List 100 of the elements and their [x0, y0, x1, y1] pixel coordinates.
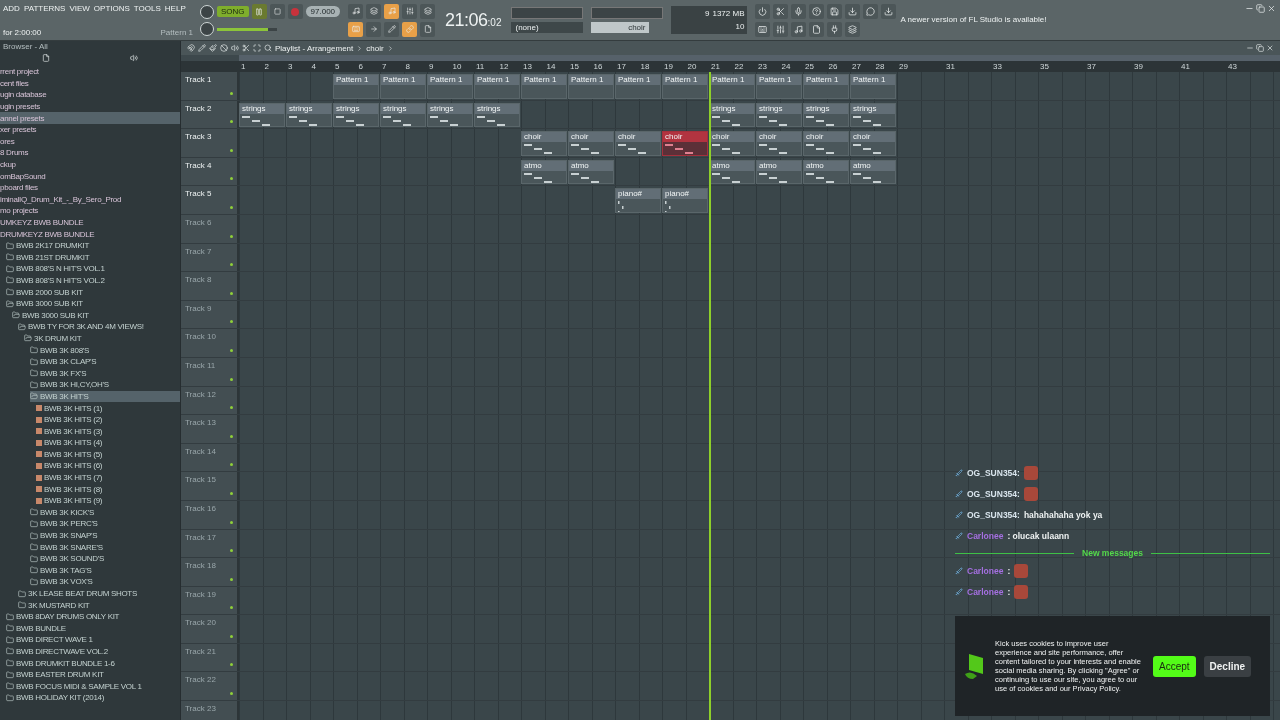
- toolbar-toggle[interactable]: [366, 21, 382, 37]
- browser-item[interactable]: ores: [0, 135, 180, 148]
- stop-button[interactable]: [269, 4, 285, 19]
- track-header[interactable]: Track 21: [181, 643, 239, 672]
- track-header[interactable]: Track 17: [181, 529, 239, 558]
- browser-item[interactable]: 8 Drums: [0, 147, 180, 159]
- browser-item[interactable]: BWB DRUMKIT BUNDLE 1-6: [6, 657, 180, 669]
- browser-item[interactable]: 3K LEASE BEAT DRUM SHOTS: [18, 587, 180, 600]
- track-header[interactable]: Track 8: [181, 272, 239, 300]
- toolbar-toggle[interactable]: [402, 21, 418, 37]
- pattern-clip[interactable]: strings: [474, 102, 520, 128]
- pattern-clip[interactable]: Pattern 1: [333, 74, 379, 99]
- breadcrumb[interactable]: choir: [366, 43, 384, 53]
- toolbar-button[interactable]: [791, 21, 807, 37]
- pattern-clip[interactable]: atmo: [521, 159, 567, 185]
- toolbar-button[interactable]: [755, 3, 771, 19]
- browser-item[interactable]: cent files: [0, 77, 180, 90]
- browser-item[interactable]: BWB 3K HITS (1): [36, 402, 180, 414]
- browser-item[interactable]: BWB 3000 SUB KIT: [12, 309, 180, 322]
- pattern-clip[interactable]: piano#: [662, 188, 708, 213]
- pattern-clip[interactable]: atmo: [709, 159, 755, 185]
- pattern-clip[interactable]: choir: [709, 131, 755, 156]
- track-header[interactable]: Track 23: [181, 701, 239, 720]
- pattern-clip[interactable]: choir: [568, 131, 614, 156]
- browser-item[interactable]: BWB 3K PERC'S: [30, 518, 180, 530]
- pattern-clip[interactable]: atmo: [756, 159, 802, 185]
- browser-item[interactable]: BWB 21ST DRUMKIT: [6, 251, 180, 264]
- chat-username[interactable]: OG_SUN354:: [967, 509, 1020, 520]
- pattern-clip[interactable]: Pattern 1: [615, 74, 661, 99]
- toolbar-toggle[interactable]: [420, 21, 436, 37]
- browser-item[interactable]: BWB 3K SOUND'S: [30, 552, 180, 565]
- track-header[interactable]: Track 12: [181, 386, 239, 415]
- toolbar-toggle[interactable]: [384, 3, 400, 19]
- pattern-clip[interactable]: strings: [333, 102, 379, 128]
- toolbar-toggle[interactable]: [420, 3, 436, 19]
- toolbar-toggle[interactable]: [402, 3, 418, 19]
- pattern-clip[interactable]: piano#: [615, 188, 661, 213]
- pattern-field[interactable]: choir: [591, 22, 650, 33]
- track-header[interactable]: Track 6: [181, 214, 239, 243]
- browser-item[interactable]: BWB 3000 SUB KIT: [6, 297, 180, 310]
- track-header[interactable]: Track 11: [181, 357, 239, 386]
- browser-item[interactable]: 3K MUSTARD KIT: [18, 599, 180, 611]
- pattern-clip[interactable]: Pattern 1: [803, 74, 849, 99]
- pattern-clip[interactable]: choir: [615, 131, 661, 156]
- browser-item[interactable]: BWB DIRECTWAVE VOL.2: [6, 645, 180, 658]
- pattern-clip[interactable]: choir: [756, 131, 802, 156]
- browser-item[interactable]: BWB HOLIDAY KIT (2014): [6, 692, 180, 704]
- browser-item[interactable]: annel presets: [0, 112, 180, 124]
- browser-item[interactable]: BWB 8DAY DRUMS ONLY KIT: [6, 610, 180, 623]
- pattern-clip[interactable]: choir: [521, 131, 567, 156]
- browser-item[interactable]: iminalIQ_Drum_Kit_-_By_Sero_Prod: [0, 193, 180, 206]
- song-mode-button[interactable]: SONG: [217, 6, 249, 17]
- browser-item[interactable]: BWB 3K VOX'S: [30, 576, 180, 588]
- browser-item[interactable]: BWB TY FOR 3K AND 4M VIEWS!: [18, 321, 180, 333]
- browser-item[interactable]: BWB 3K HI,CY,OH'S: [30, 379, 180, 391]
- track-header[interactable]: Track 7: [181, 243, 239, 272]
- toolbar-button[interactable]: [863, 3, 879, 19]
- pattern-clip[interactable]: Pattern 1: [709, 74, 755, 99]
- browser-item[interactable]: BWB 2000 SUB KIT: [6, 286, 180, 298]
- track-header[interactable]: Track 9: [181, 300, 239, 329]
- track-header[interactable]: Track 3: [181, 129, 239, 157]
- chat-username[interactable]: OG_SUN354:: [967, 467, 1020, 478]
- pattern-clip[interactable]: Pattern 1: [662, 74, 708, 99]
- decline-button[interactable]: Decline: [1203, 655, 1252, 677]
- browser-item[interactable]: BWB 3K HITS (8): [36, 483, 180, 495]
- menu-item[interactable]: HELP: [164, 4, 186, 13]
- browser-item[interactable]: xer presets: [0, 123, 180, 136]
- menu-item[interactable]: VIEW: [69, 4, 90, 13]
- browser-item[interactable]: BWB BUNDLE: [6, 622, 180, 635]
- browser-item[interactable]: BWB 3K SNAP'S: [30, 529, 180, 542]
- pattern-clip[interactable]: Pattern 1: [427, 74, 473, 99]
- pattern-clip[interactable]: choir: [662, 131, 708, 156]
- browser-item[interactable]: BWB 2K17 DRUMKIT: [6, 239, 180, 252]
- browser-item[interactable]: BWB 3K HITS (2): [36, 413, 180, 426]
- browser-item[interactable]: ugin database: [0, 89, 180, 101]
- toolbar-toggle[interactable]: [348, 21, 364, 37]
- pattern-clip[interactable]: strings: [756, 102, 802, 128]
- master-pitch-knob[interactable]: [200, 22, 214, 36]
- pattern-clip[interactable]: choir: [803, 131, 849, 156]
- pattern-clip[interactable]: Pattern 1: [756, 74, 802, 99]
- track-header[interactable]: Track 19: [181, 586, 239, 615]
- toolbar-button[interactable]: [773, 3, 789, 19]
- track-header[interactable]: Track 22: [181, 672, 239, 701]
- browser-item[interactable]: BWB 3K HITS (7): [36, 471, 180, 484]
- toolbar-button[interactable]: [845, 3, 861, 19]
- pattern-clip[interactable]: strings: [239, 102, 285, 128]
- browser-item[interactable]: BWB 808'S N HIT'S VOL.2: [6, 274, 180, 287]
- track-header[interactable]: Track 13: [181, 415, 239, 443]
- pattern-clip[interactable]: strings: [709, 102, 755, 128]
- browser-item[interactable]: BWB EASTER DRUM KIT: [6, 668, 180, 681]
- overview-scrollbar[interactable]: [239, 55, 1280, 61]
- track-header[interactable]: Track 18: [181, 558, 239, 586]
- browser-item[interactable]: rrent project: [0, 66, 180, 78]
- menu-item[interactable]: PATTERNS: [23, 4, 66, 13]
- chat-username[interactable]: OG_SUN354:: [967, 488, 1020, 499]
- pattern-clip[interactable]: strings: [427, 102, 473, 128]
- browser-item[interactable]: pboard files: [0, 181, 180, 194]
- browser-item[interactable]: BWB 3K HITS (9): [36, 494, 180, 507]
- pattern-clip[interactable]: Pattern 1: [474, 74, 520, 99]
- browser-item[interactable]: mo projects: [0, 205, 180, 217]
